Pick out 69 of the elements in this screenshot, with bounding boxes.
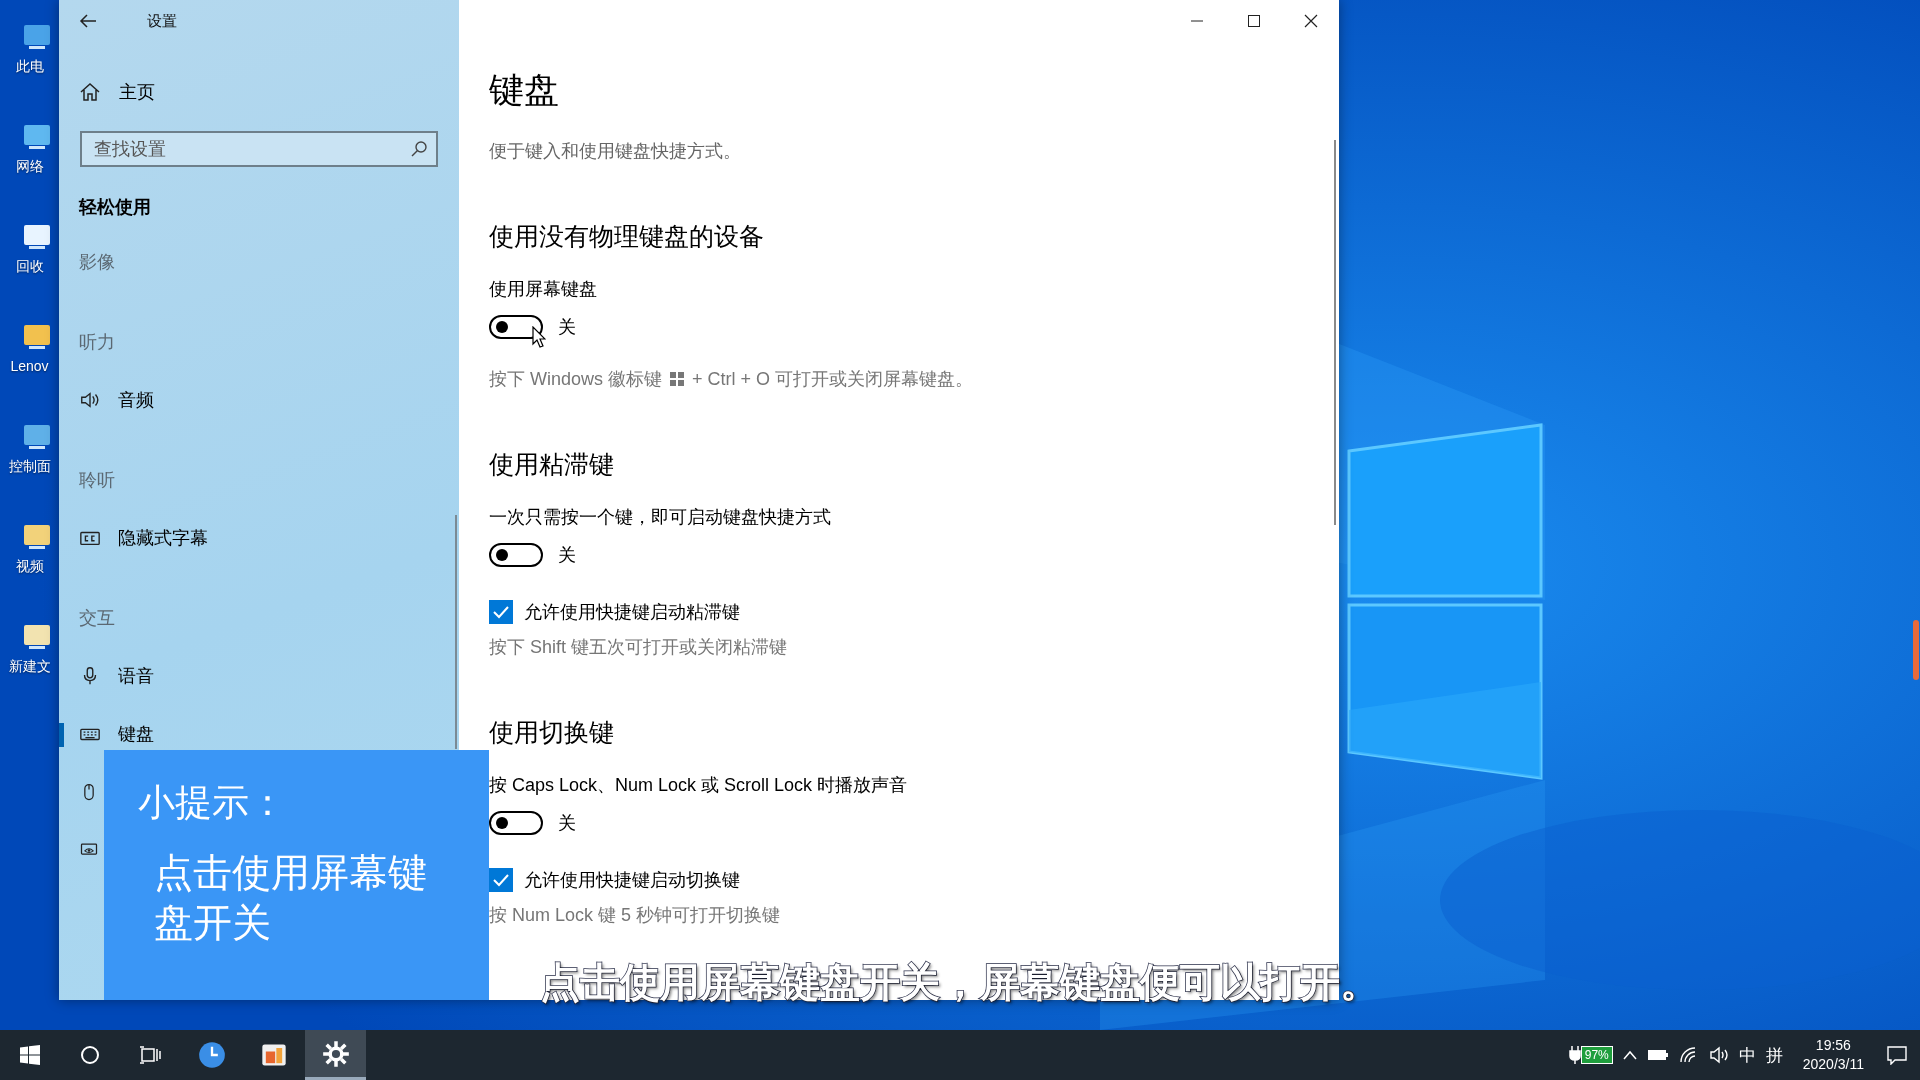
toggle-switch[interactable] bbox=[489, 543, 543, 567]
speaker-icon[interactable] bbox=[1708, 1046, 1729, 1064]
search-icon bbox=[410, 140, 428, 158]
maximize-icon bbox=[1246, 14, 1261, 28]
notification-icon[interactable] bbox=[1886, 1045, 1908, 1065]
desktop-icon-label[interactable]: 网络 bbox=[15, 158, 44, 176]
toggle-state: 关 bbox=[558, 316, 576, 339]
group-header: 聆听 bbox=[79, 469, 115, 492]
setting-label: 按 Caps Lock、Num Lock 或 Scroll Lock 时播放声音 bbox=[489, 774, 908, 797]
category-title: 轻松使用 bbox=[79, 196, 151, 219]
nav-label: 键盘 bbox=[118, 723, 154, 746]
desktop-icon-label[interactable]: 回收 bbox=[15, 258, 44, 276]
window-title: 设置 bbox=[147, 11, 177, 31]
scrollbar[interactable] bbox=[1334, 140, 1336, 525]
checkbox-label[interactable]: 允许使用快捷键启动切换键 bbox=[524, 868, 740, 892]
nav-item[interactable]: 音频 bbox=[59, 371, 459, 429]
clock-app-icon bbox=[197, 1041, 226, 1069]
nav-label: 隐藏式字幕 bbox=[118, 527, 208, 550]
cursor-icon bbox=[532, 326, 546, 348]
plug-icon bbox=[1568, 1045, 1581, 1065]
input-method-indicator[interactable]: 拼 bbox=[1765, 1043, 1783, 1067]
setting-label: 使用屏幕键盘 bbox=[489, 278, 597, 301]
clock[interactable]: 19:56 2020/3/11 bbox=[1802, 1036, 1864, 1074]
desktop-icon-label[interactable]: Lenov bbox=[10, 358, 49, 374]
section-heading: 使用切换键 bbox=[489, 717, 615, 748]
task-view-icon bbox=[139, 1045, 161, 1065]
hint-text: + Ctrl + O 可打开或关闭屏幕键盘。 bbox=[692, 368, 974, 391]
page-description: 便于键入和使用键盘快捷方式。 bbox=[489, 140, 742, 163]
nav-item[interactable]: 语音 bbox=[59, 647, 459, 705]
tip-title: 小提示： bbox=[138, 781, 287, 825]
section-heading: 使用没有物理键盘的设备 bbox=[489, 221, 765, 252]
checkbox[interactable] bbox=[489, 868, 513, 892]
search-field[interactable]: 查找设置 bbox=[80, 131, 438, 167]
setting-label: 一次只需按一个键，即可启动键盘快捷方式 bbox=[489, 506, 831, 529]
group-header: 交互 bbox=[79, 607, 115, 630]
hint-text: 按下 Windows 徽标键 bbox=[489, 368, 663, 391]
caret-icon[interactable] bbox=[1622, 1050, 1637, 1060]
desktop-icon-label[interactable]: 新建文 bbox=[8, 658, 51, 676]
desktop-icon-label[interactable]: 控制面 bbox=[8, 458, 51, 476]
checkbox-label[interactable]: 允许使用快捷键启动粘滞键 bbox=[524, 600, 740, 624]
input-mode-indicator[interactable]: 中 bbox=[1738, 1043, 1756, 1067]
taskbar-app-button[interactable] bbox=[305, 1030, 366, 1080]
gear-icon bbox=[321, 1039, 350, 1068]
desktop-icon-label[interactable]: 此电 bbox=[15, 58, 44, 76]
checkbox[interactable] bbox=[489, 600, 513, 624]
nav-item[interactable]: 隐藏式字幕 bbox=[59, 509, 459, 567]
section-heading: 使用粘滞键 bbox=[489, 449, 615, 480]
home-nav-item[interactable]: 主页 bbox=[59, 71, 459, 113]
scrollbar[interactable] bbox=[455, 515, 457, 749]
close-icon bbox=[1303, 14, 1318, 28]
search-circle-icon bbox=[80, 1045, 100, 1065]
hint-text: 按下 Shift 键五次可打开或关闭粘滞键 bbox=[489, 636, 788, 659]
windows-logo-icon bbox=[670, 372, 685, 386]
nav-label: 语音 bbox=[118, 665, 154, 688]
desktop-icon-label[interactable]: 视频 bbox=[15, 558, 44, 576]
nav-label: 音频 bbox=[118, 389, 154, 412]
back-arrow-icon[interactable] bbox=[79, 12, 97, 30]
toggle-state: 关 bbox=[558, 544, 576, 567]
group-header: 影像 bbox=[79, 251, 115, 274]
tip-text: 点击使用屏幕键盘开关 bbox=[154, 850, 428, 946]
windows-logo-icon bbox=[20, 1045, 40, 1065]
home-icon bbox=[79, 81, 101, 103]
toggle-state: 关 bbox=[558, 812, 576, 835]
speaker-icon bbox=[79, 389, 101, 411]
hint-text: 按 Num Lock 键 5 秒钟可打开切换键 bbox=[489, 904, 781, 927]
battery-icon[interactable] bbox=[1646, 1049, 1669, 1061]
group-header: 听力 bbox=[79, 331, 115, 354]
page-title: 键盘 bbox=[489, 69, 560, 111]
selection-indicator bbox=[59, 723, 64, 747]
